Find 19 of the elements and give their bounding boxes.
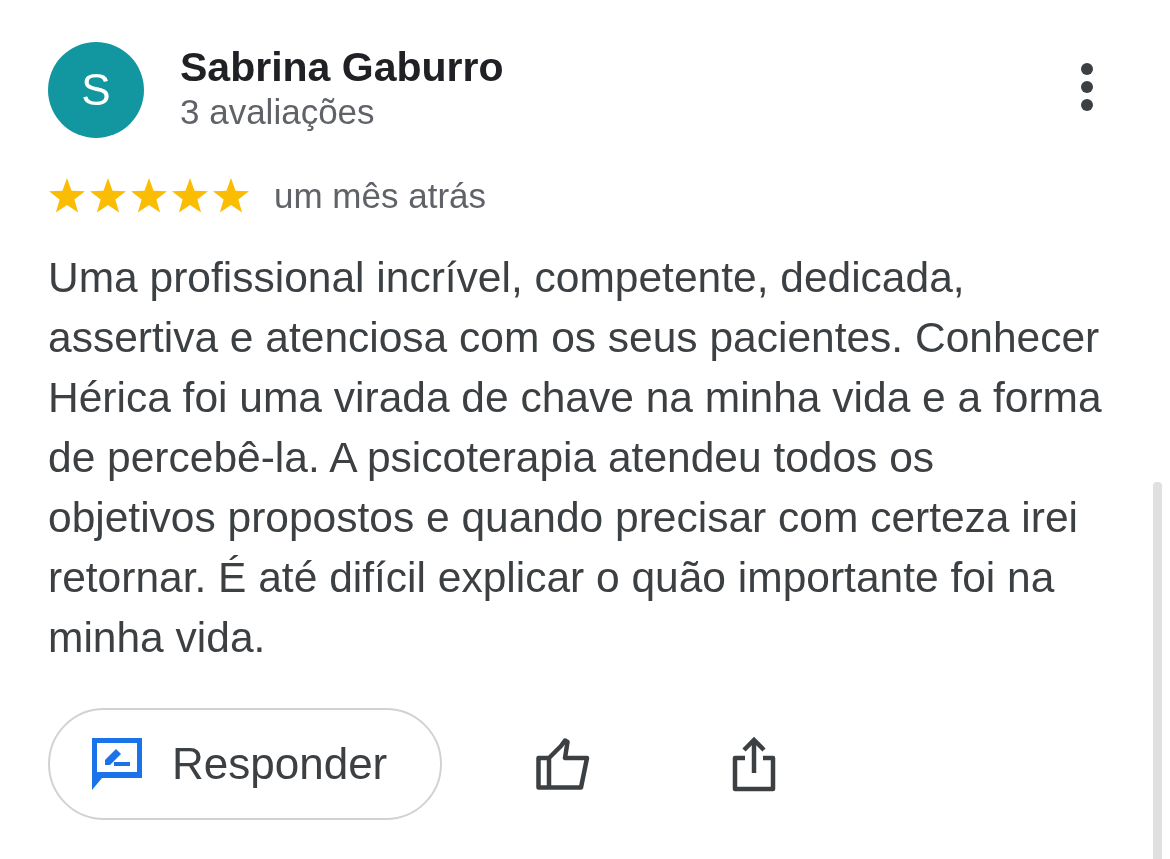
share-button[interactable]	[732, 736, 776, 792]
avatar: S	[48, 42, 144, 138]
share-icon	[732, 736, 776, 792]
review-count: 3 avaliações	[180, 91, 376, 133]
scrollbar[interactable]	[1153, 482, 1162, 859]
star-icon	[89, 178, 127, 214]
reply-icon	[92, 738, 142, 790]
thumbs-up-icon	[536, 738, 590, 790]
like-button[interactable]	[536, 738, 590, 790]
reviewer-name: Sabrina Gaburro	[180, 43, 505, 91]
reply-button[interactable]: Responder	[48, 708, 442, 820]
star-icon	[48, 178, 86, 214]
review-text: Uma profissional incrível, competente, dedicada, assertiva e atenciosa com os seus pacientes. Conhecer Hérica foi uma virada de chave na minha vida e a forma de percebê-la. A psicoterapia atendeu todos os objetivos propostos e quando precisar com certeza irei retornar. É até difícil explicar o quão importante foi na minha vida.	[48, 253, 1103, 663]
more-options-button[interactable]	[1081, 63, 1093, 111]
star-icon	[212, 178, 250, 214]
star-icon	[130, 178, 168, 214]
review-date: um mês atrás	[274, 176, 486, 216]
more-options-icon	[1081, 63, 1093, 111]
star-icon	[171, 178, 209, 214]
